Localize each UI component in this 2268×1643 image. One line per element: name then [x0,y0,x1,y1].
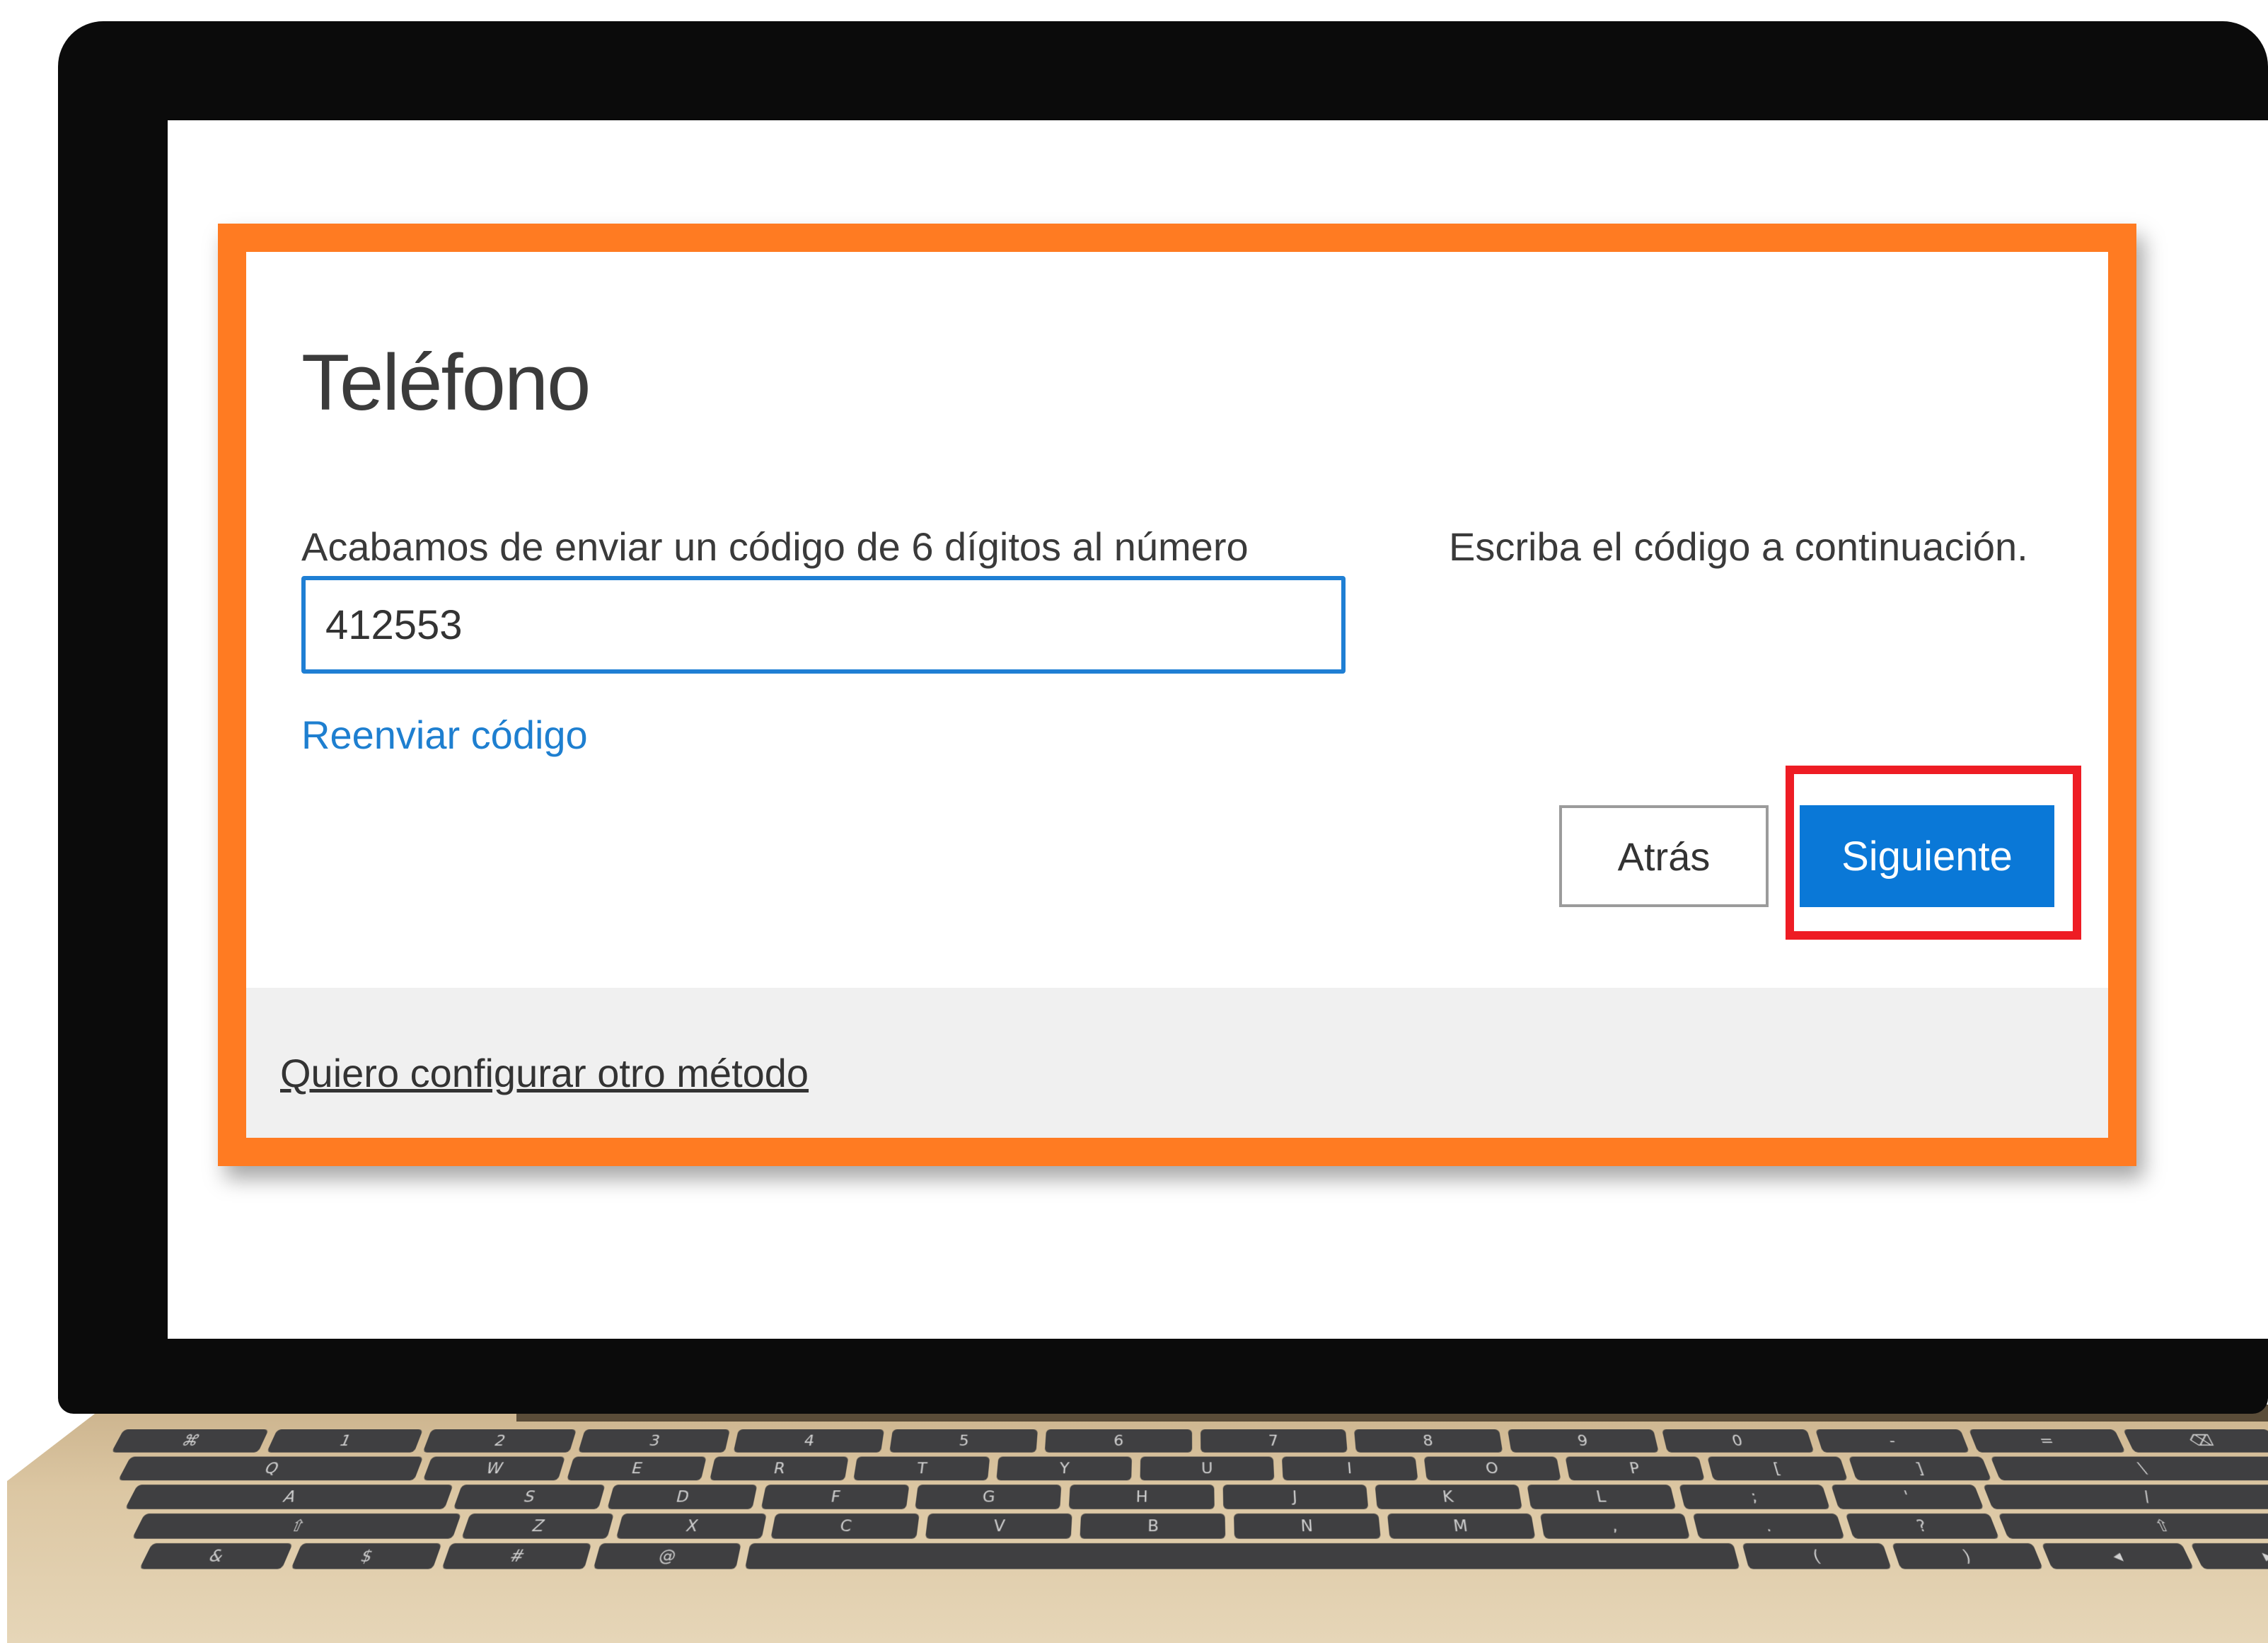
laptop-keyboard: ⌘ 1 2 3 4 5 6 7 8 9 0- = ⌫ Q W E R T Y U I O P[] \ A S D F G H J K L; ' / ⇧… [18,1429,2268,1569]
keyboard-key: 3 [578,1429,731,1453]
keyboard-key: Y [996,1456,1132,1481]
keyboard-key: O [1423,1456,1561,1481]
verification-code-input[interactable] [301,576,1346,674]
resend-code-link[interactable]: Reenviar código [301,712,588,758]
keyboard-key: X [615,1514,768,1539]
keyboard-key: U [1140,1456,1275,1481]
keyboard-key: S [453,1485,606,1509]
keyboard-key: P [1565,1456,1705,1481]
keyboard-key: C [770,1514,920,1539]
keyboard-key: ⇧ [1998,1514,2268,1539]
keyboard-key: N [1234,1514,1381,1539]
back-button[interactable]: Atrás [1559,805,1769,907]
keyboard-key: 0 [1661,1429,1815,1453]
keyboard-key: [ [1706,1456,1848,1481]
keyboard-key: - [1815,1429,1970,1453]
keyboard-key: ) [1892,1543,2043,1569]
keyboard-key: # [441,1543,592,1569]
next-button[interactable]: Siguiente [1800,805,2054,907]
keyboard-key: 6 [1044,1429,1192,1453]
dialog-highlight-frame: Teléfono Acabamos de enviar un código de… [218,224,2136,1166]
keyboard-key: H [1069,1485,1215,1509]
keyboard-key: , [1539,1514,1690,1539]
keyboard-key: & [139,1543,293,1569]
verification-dialog: Teléfono Acabamos de enviar un código de… [246,252,2108,1138]
keyboard-key: I [1282,1456,1418,1481]
keyboard-row: ⌘ 1 2 3 4 5 6 7 8 9 0- = ⌫ [83,1429,2268,1453]
keyboard-key: ; [1679,1485,1831,1509]
keyboard-key: \ [1990,1456,2268,1481]
keyboard-key: 8 [1353,1429,1503,1453]
keyboard-key: D [607,1485,758,1509]
keyboard-key: 2 [422,1429,577,1453]
keyboard-row: Q W E R T Y U I O P[] \ [67,1456,2268,1481]
keyboard-key: $ [290,1543,442,1569]
keyboard-key: E [566,1456,707,1481]
keyboard-key: 7 [1200,1429,1348,1453]
keyboard-key: ⌫ [2122,1429,2268,1453]
keyboard-key: = [1969,1429,2126,1453]
keyboard-key: / [1983,1485,2268,1509]
dialog-footer: Quiero configurar otro método [246,988,2108,1138]
keyboard-key: M [1387,1514,1536,1539]
keyboard-key: R [710,1456,849,1481]
keyboard-key: ( [1742,1543,1892,1569]
keyboard-row: A S D F G H J K L; ' / [51,1485,2268,1509]
keyboard-key: ⌘ [111,1429,270,1453]
keyboard-key: A [125,1485,453,1509]
keyboard-key: F [760,1485,910,1509]
keyboard-key: J [1222,1485,1368,1509]
keyboard-key: ⇧ [132,1514,462,1539]
enter-code-instruction: Escriba el código a continuación. [1449,524,2028,569]
keyboard-key: 1 [267,1429,423,1453]
keyboard-key: Q [117,1456,424,1481]
keyboard-key: ' [1831,1485,1984,1509]
code-sent-instruction: Acabamos de enviar un código de 6 dígito… [301,524,1249,569]
keyboard-key: G [915,1485,1062,1509]
keyboard-key: ◂ [2041,1543,2194,1569]
keyboard-key: . [1692,1514,1845,1539]
keyboard-key: T [852,1456,990,1481]
keyboard-key: ? [1845,1514,1999,1539]
keyboard-key: 9 [1508,1429,1659,1453]
keyboard-row: & $ # @ () ◂ ▸ [18,1543,2268,1569]
keyboard-key: 4 [734,1429,884,1453]
other-method-link[interactable]: Quiero configurar otro método [280,1050,809,1096]
dialog-title: Teléfono [301,338,591,427]
keyboard-key: Z [461,1514,615,1539]
keyboard-key: 5 [889,1429,1038,1453]
keyboard-key: ▸ [2190,1543,2268,1569]
keyboard-row: ⇧ Z X C V B N M,.? ⇧ [35,1514,2268,1539]
keyboard-key: W [422,1456,565,1481]
keyboard-key: L [1527,1485,1677,1509]
keyboard-key: V [925,1514,1073,1539]
keyboard-key: @ [593,1543,741,1569]
keyboard-key [744,1543,1740,1569]
keyboard-key: K [1375,1485,1522,1509]
keyboard-key: B [1080,1514,1226,1539]
keyboard-key: ] [1848,1456,1991,1481]
